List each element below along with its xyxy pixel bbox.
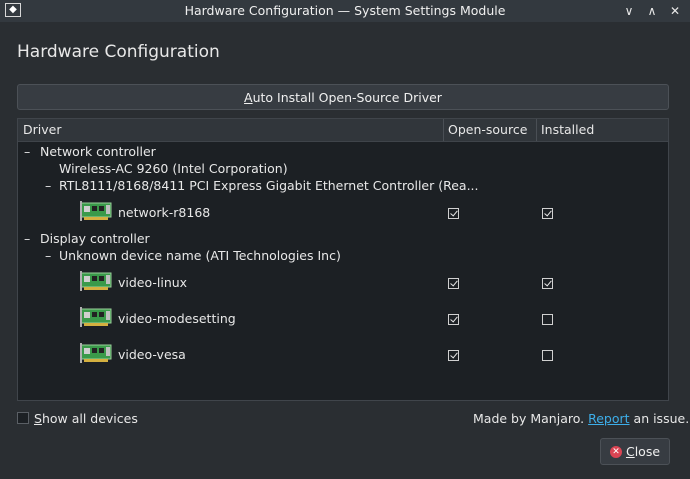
tree-item-video-linux[interactable]: video-linux	[118, 275, 187, 290]
page-title: Hardware Configuration	[17, 42, 220, 62]
show-all-accel: S	[34, 411, 42, 426]
auto-install-accel: A	[244, 89, 253, 105]
network-card-icon	[80, 307, 112, 327]
tree-item-unknown-device[interactable]: Unknown device name (ATI Technologies In…	[59, 248, 341, 263]
close-accel: C	[625, 444, 635, 459]
close-label: lose	[634, 444, 661, 459]
footer-prefix: Made by Manjaro.	[473, 411, 585, 426]
tree-item-rtl-controller[interactable]: RTL8111/8168/8411 PCI Express Gigabit Et…	[59, 178, 479, 193]
close-button[interactable]: ✕ Close	[600, 438, 670, 465]
show-all-devices-label[interactable]: Show all devices	[34, 411, 138, 426]
network-card-icon	[80, 271, 112, 291]
close-window-button[interactable]: ✕	[667, 3, 683, 19]
show-all-text: how all devices	[41, 411, 138, 426]
column-driver[interactable]: Driver	[23, 119, 61, 141]
open-source-checkbox[interactable]	[448, 208, 459, 219]
minimize-button[interactable]: ∨	[621, 3, 637, 19]
footer-credits: Made by Manjaro. Report an issue.	[473, 411, 689, 426]
tree-item-network-r8168[interactable]: network-r8168	[118, 205, 210, 220]
maximize-button[interactable]: ∧	[644, 3, 660, 19]
open-source-checkbox[interactable]	[448, 278, 459, 289]
report-link[interactable]: Report	[588, 411, 629, 426]
tree-item-display-controller[interactable]: Display controller	[40, 231, 150, 246]
window-title: Hardware Configuration — System Settings…	[184, 3, 506, 18]
expander-rtl[interactable]: –	[45, 178, 51, 193]
open-source-checkbox[interactable]	[448, 350, 459, 361]
column-open-source[interactable]: Open-source	[448, 119, 527, 141]
network-card-icon	[80, 343, 112, 363]
driver-tree[interactable]: Driver Open-source Installed – Network c…	[17, 118, 669, 401]
column-separator	[443, 119, 444, 141]
tree-item-wireless[interactable]: Wireless-AC 9260 (Intel Corporation)	[59, 161, 288, 176]
show-all-devices-checkbox[interactable]	[17, 412, 29, 424]
column-separator	[536, 119, 537, 141]
tree-header: Driver Open-source Installed	[18, 119, 668, 142]
installed-checkbox[interactable]	[542, 350, 553, 361]
tree-item-network-controller[interactable]: Network controller	[40, 144, 156, 159]
installed-checkbox[interactable]	[542, 278, 553, 289]
expander-unknown-device[interactable]: –	[45, 248, 51, 263]
installed-checkbox[interactable]	[542, 208, 553, 219]
title-bar: ◆ Hardware Configuration — System Settin…	[0, 0, 690, 23]
open-source-checkbox[interactable]	[448, 314, 459, 325]
installed-checkbox[interactable]	[542, 314, 553, 325]
network-card-icon	[80, 201, 112, 221]
expander-network-controller[interactable]: –	[24, 144, 30, 159]
auto-install-label: uto Install Open-Source Driver	[252, 89, 442, 105]
auto-install-button[interactable]: Auto Install Open-Source Driver	[17, 84, 669, 110]
footer-suffix: an issue.	[633, 411, 690, 426]
expander-display-controller[interactable]: –	[24, 231, 30, 246]
close-circle-icon: ✕	[609, 445, 622, 458]
tree-item-video-modesetting[interactable]: video-modesetting	[118, 311, 236, 326]
tree-item-video-vesa[interactable]: video-vesa	[118, 347, 186, 362]
column-installed[interactable]: Installed	[541, 119, 594, 141]
